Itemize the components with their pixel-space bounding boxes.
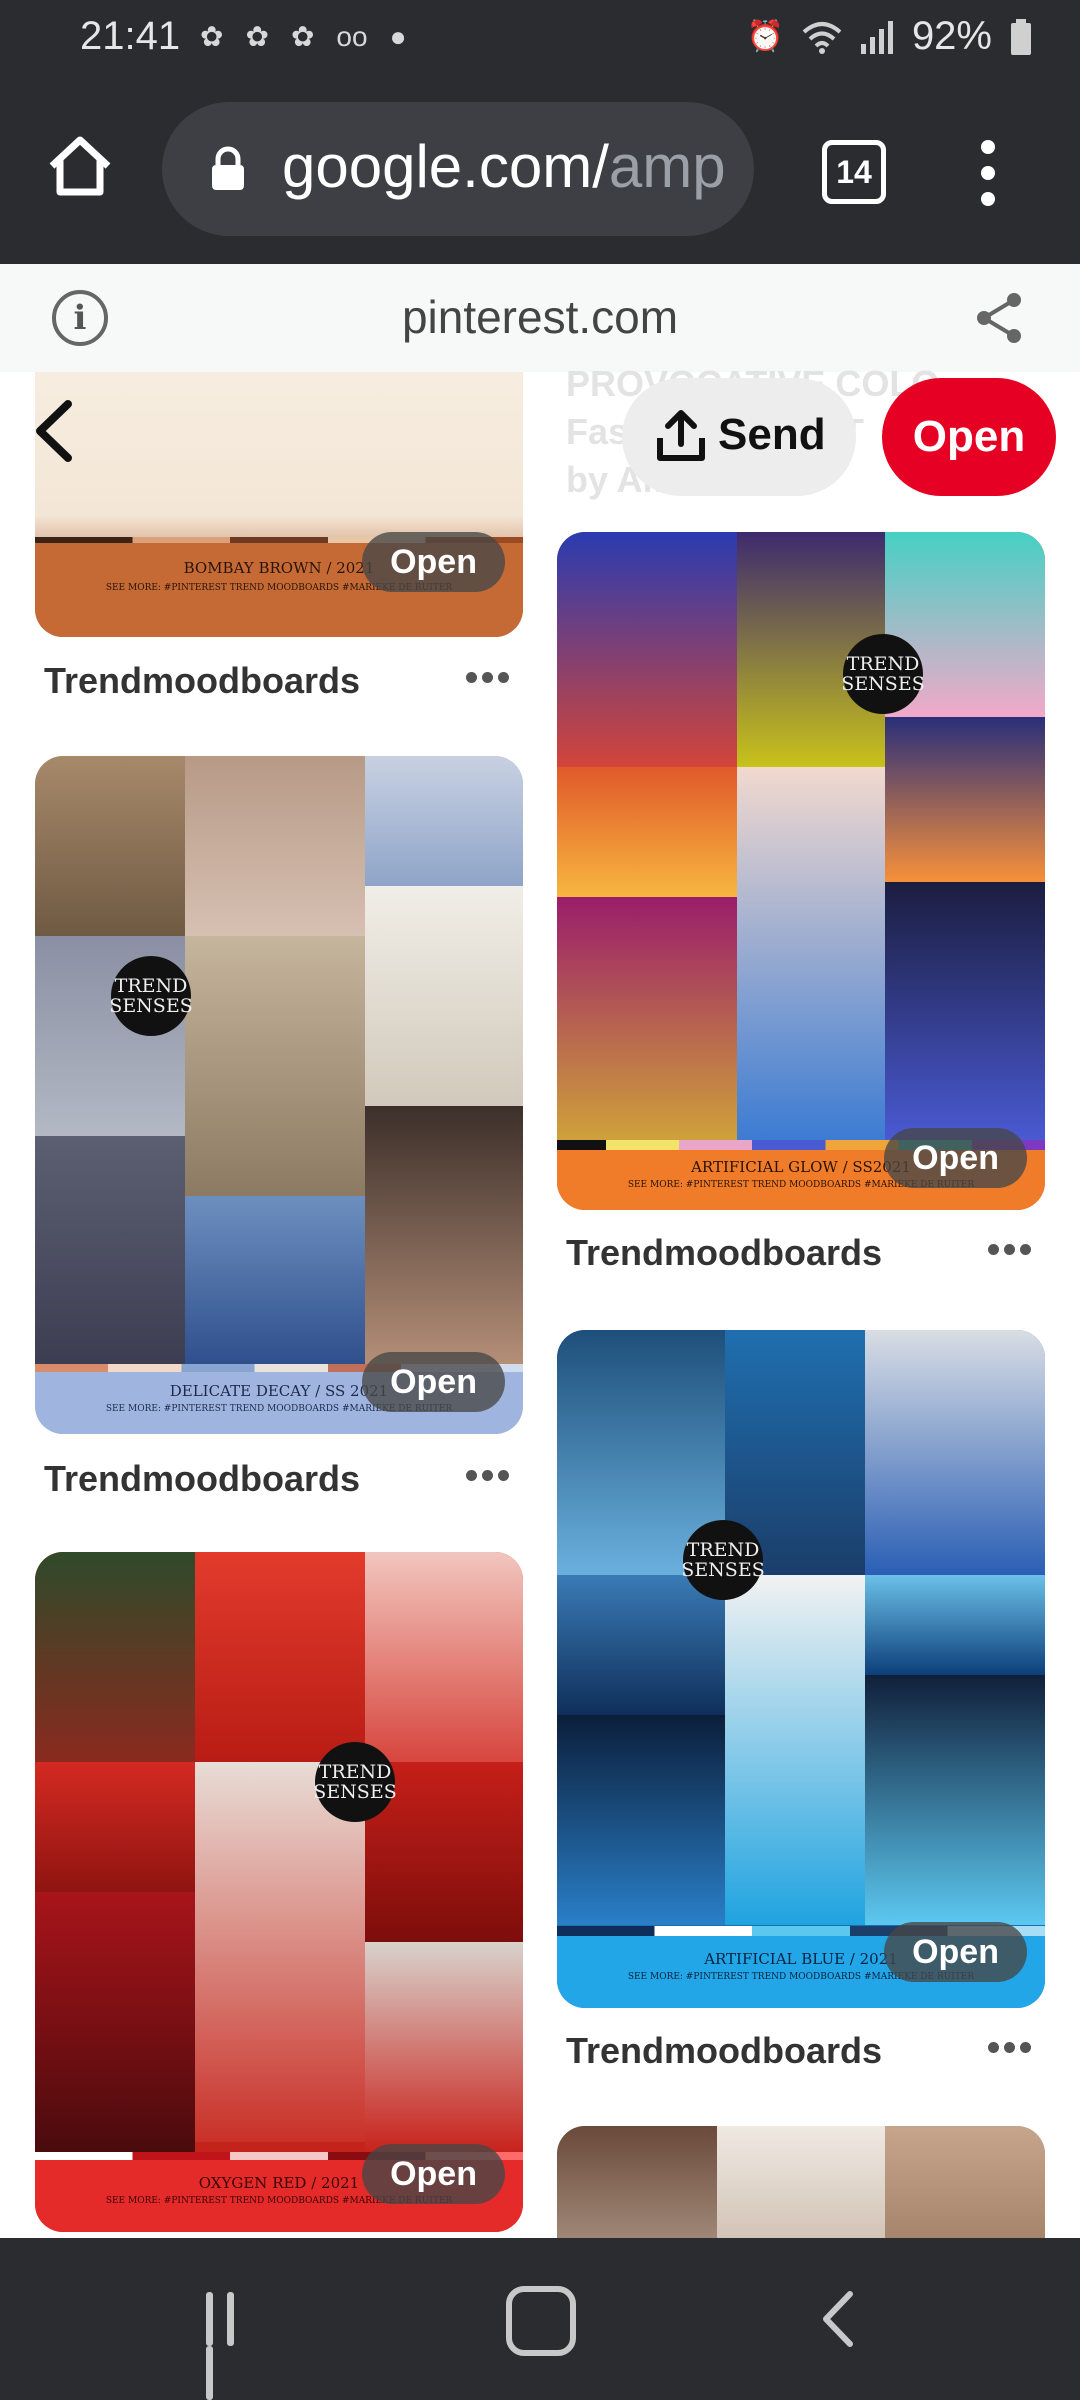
- notification-icons: ✿ ✿ ✿ oo ●: [200, 20, 406, 53]
- pin-meta: Trendmoodboards: [566, 1224, 1036, 1284]
- pin-author[interactable]: Trendmoodboards: [44, 660, 360, 702]
- tab-switcher-button[interactable]: 14: [822, 140, 886, 204]
- pin-meta: Trendmoodboards: [44, 652, 514, 712]
- dot-icon: ●: [389, 20, 407, 52]
- status-bar: 21:41 ✿ ✿ ✿ oo ● ⏰ 92%: [0, 0, 1080, 78]
- pinterest-notification-icon: ✿: [290, 21, 315, 52]
- trend-senses-badge: TREND SENSES: [313, 1742, 397, 1822]
- pin-meta: Trendmoodboards: [566, 2022, 1036, 2082]
- signal-icon: [860, 20, 893, 54]
- pin-open-button[interactable]: Open: [362, 532, 505, 592]
- trend-senses-badge: TREND SENSES: [681, 1520, 765, 1600]
- recent-apps-icon[interactable]: [206, 2292, 266, 2400]
- pin-author[interactable]: Trendmoodboards: [566, 1232, 882, 1274]
- more-options-icon[interactable]: [988, 2036, 1036, 2060]
- pin-image-oxygen-red[interactable]: TREND SENSES OXYGEN RED / 2021 SEE MORE: …: [35, 1552, 523, 2232]
- trend-senses-badge: TREND SENSES: [841, 634, 925, 714]
- more-options-icon[interactable]: [466, 1464, 514, 1488]
- pin-image-delicate-decay[interactable]: TREND SENSES DELICATE DECAY / SS 2021 SEE…: [35, 756, 523, 1434]
- home-icon[interactable]: [44, 130, 116, 202]
- pin-feed[interactable]: BOMBAY BROWN / 2021 SEE MORE: #PINTEREST…: [0, 372, 1080, 2238]
- share-icon[interactable]: [972, 290, 1028, 346]
- more-options-icon[interactable]: [988, 1238, 1036, 1262]
- trend-senses-badge: TREND SENSES: [109, 956, 193, 1036]
- send-label: Send: [718, 410, 826, 459]
- back-arrow-icon[interactable]: [26, 396, 80, 466]
- pin-meta: Trendmoodboards: [44, 1450, 514, 1510]
- pinterest-notification-icon: ✿: [245, 21, 269, 52]
- pinterest-notification-icon: ✿: [200, 21, 224, 52]
- browser-toolbar: google.com/amp 14: [0, 78, 1080, 264]
- pin-open-button[interactable]: Open: [362, 2144, 505, 2204]
- status-time: 21:41: [80, 14, 181, 58]
- url-text[interactable]: google.com/amp: [282, 132, 742, 204]
- wifi-icon: [802, 21, 842, 54]
- amp-header: i pinterest.com: [0, 264, 1080, 373]
- battery-icon: [1011, 18, 1031, 55]
- battery-percent: 92%: [911, 14, 992, 58]
- more-menu-icon[interactable]: [978, 140, 998, 206]
- pin-image-artificial-blue[interactable]: TREND SENSES ARTIFICIAL BLUE / 2021 SEE M…: [557, 1330, 1045, 2008]
- home-nav-icon[interactable]: [506, 2286, 576, 2356]
- pin-open-button[interactable]: Open: [884, 1128, 1027, 1188]
- alarm-icon: ⏰: [746, 20, 784, 53]
- open-button[interactable]: Open: [882, 378, 1056, 496]
- upload-icon: [657, 410, 705, 461]
- pin-image-bombay-brown[interactable]: BOMBAY BROWN / 2021 SEE MORE: #PINTEREST…: [35, 372, 523, 637]
- pin-author[interactable]: Trendmoodboards: [566, 2030, 882, 2072]
- pin-author[interactable]: Trendmoodboards: [44, 1458, 360, 1500]
- url-bar[interactable]: google.com/amp: [162, 102, 754, 236]
- pin-image-artificial-glow[interactable]: TREND SENSES ARTIFICIAL GLOW / SS2021 SEE…: [557, 532, 1045, 1210]
- amp-domain: pinterest.com: [401, 291, 679, 343]
- voicemail-icon: oo: [336, 20, 368, 52]
- back-nav-icon[interactable]: [818, 2290, 858, 2348]
- pin-open-button[interactable]: Open: [362, 1352, 505, 1412]
- more-options-icon[interactable]: [466, 666, 514, 690]
- send-button[interactable]: Send: [622, 378, 856, 496]
- status-right: ⏰ 92%: [747, 14, 1032, 59]
- pin-open-button[interactable]: Open: [884, 1922, 1027, 1982]
- pin-image-next[interactable]: [557, 2126, 1045, 2238]
- lock-icon: [212, 146, 244, 190]
- system-nav-bar: [0, 2238, 1080, 2400]
